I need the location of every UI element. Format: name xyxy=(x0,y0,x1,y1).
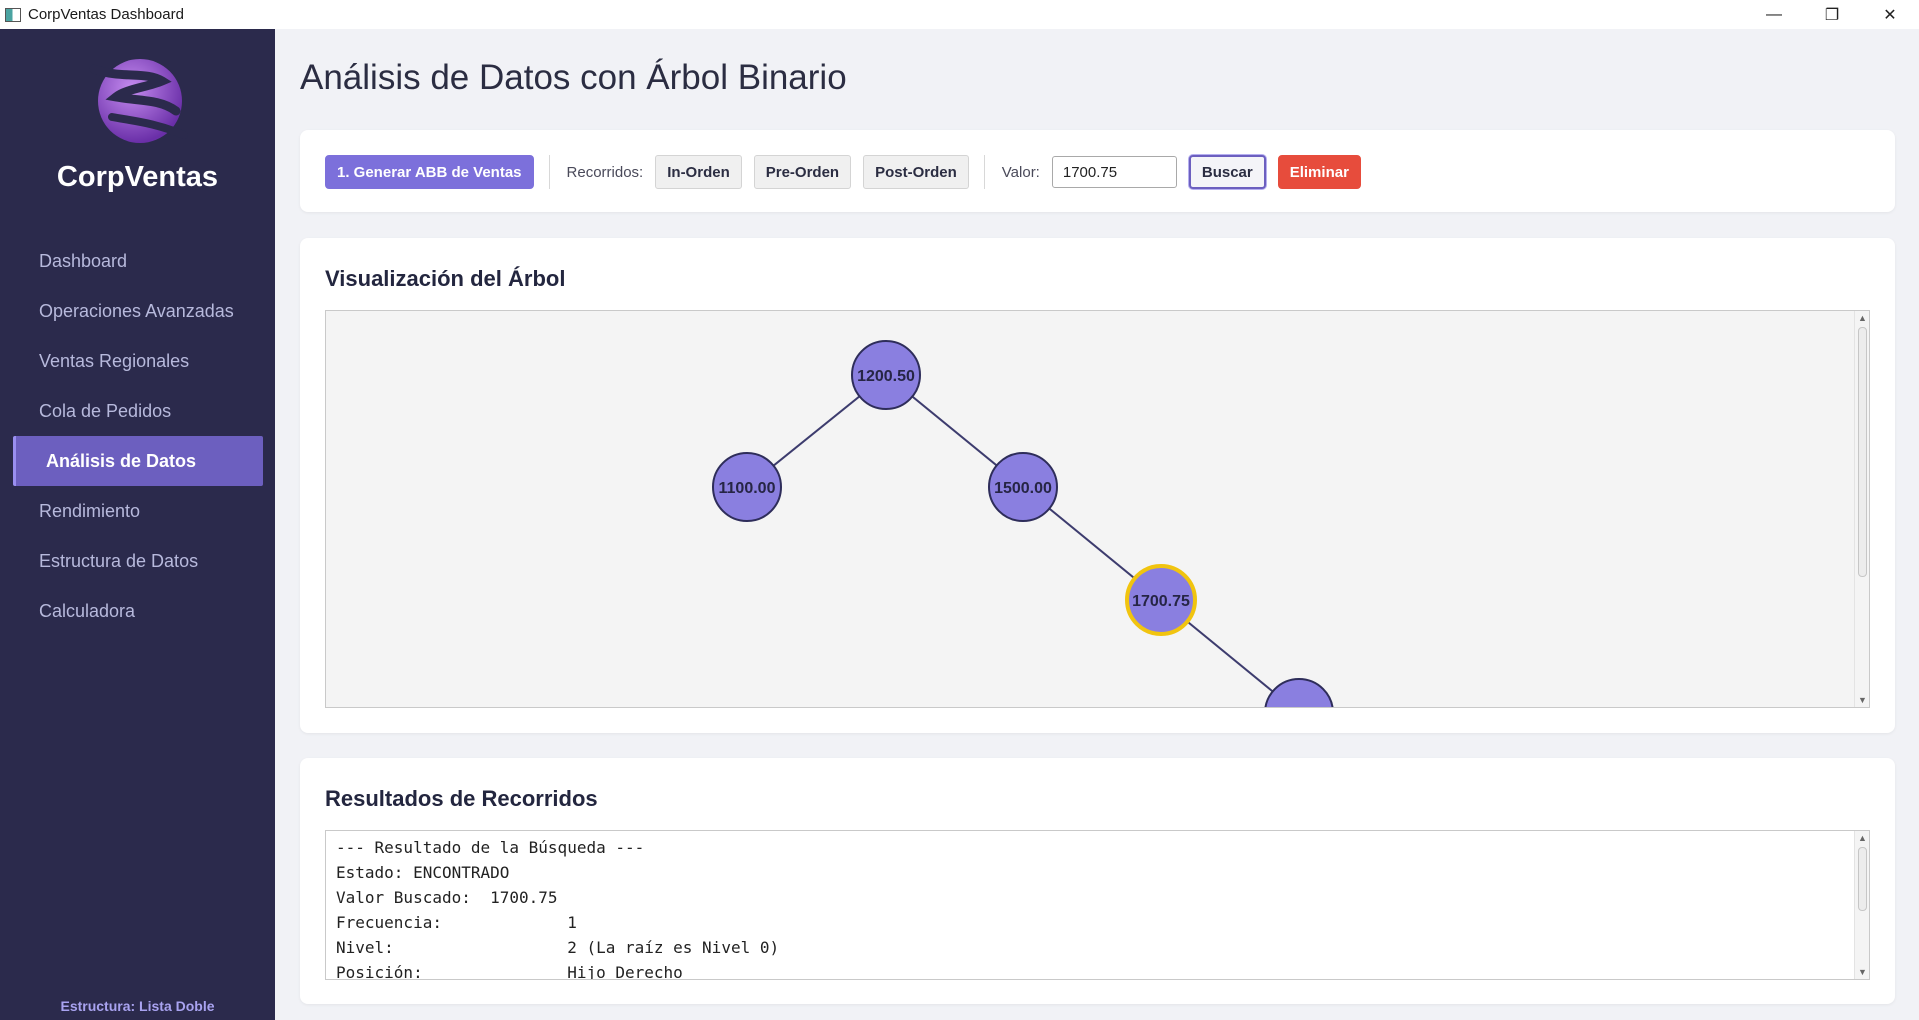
search-button[interactable]: Buscar xyxy=(1188,155,1266,189)
result-line: Valor Buscado: 1700.75 xyxy=(336,888,558,907)
toolbar-card: 1. Generar ABB de Ventas Recorridos: In-… xyxy=(300,130,1895,212)
tree-card: Visualización del Árbol 1200.50 1100.00 15… xyxy=(300,238,1895,733)
results-title: Resultados de Recorridos xyxy=(325,786,598,811)
sidebar-item-dashboard[interactable]: Dashboard xyxy=(0,236,275,286)
sidebar: CorpVentas Dashboard Operaciones Avanzad… xyxy=(0,29,275,1020)
tree-node[interactable]: 1500.00 xyxy=(988,452,1058,522)
sidebar-item-cola-de-pedidos[interactable]: Cola de Pedidos xyxy=(0,386,275,436)
window-title: CorpVentas Dashboard xyxy=(28,6,184,23)
sidebar-nav: Dashboard Operaciones Avanzadas Ventas R… xyxy=(0,236,275,636)
brand-logo-icon xyxy=(89,59,188,143)
sidebar-item-rendimiento[interactable]: Rendimiento xyxy=(0,486,275,536)
tree-title: Visualización del Árbol xyxy=(325,266,566,291)
tree-node-label: 1900.00 xyxy=(1270,706,1328,708)
sidebar-item-calculadora[interactable]: Calculadora xyxy=(0,586,275,636)
result-line: Nivel: 2 (La raíz es Nivel 0) xyxy=(336,938,780,957)
tree-node-label: 1200.50 xyxy=(857,368,915,385)
window-titlebar: CorpVentas Dashboard — ❐ ✕ xyxy=(0,0,1919,29)
tree-node-label: 1700.75 xyxy=(1132,593,1190,610)
preorder-button[interactable]: Pre-Orden xyxy=(753,155,852,189)
generate-bst-button[interactable]: 1. Generar ABB de Ventas xyxy=(325,155,534,189)
tree-diagram: 1200.50 1100.00 1500.00 1700.75 1900.00 xyxy=(712,340,1334,708)
tree-node[interactable]: 1700.75 xyxy=(1125,564,1197,636)
sidebar-item-estructura-de-datos[interactable]: Estructura de Datos xyxy=(0,536,275,586)
app-icon xyxy=(5,7,21,22)
results-output: --- Resultado de la Búsqueda --- Estado: … xyxy=(336,835,780,980)
result-line: Posición: Hijo Derecho xyxy=(336,963,683,980)
results-card: Resultados de Recorridos --- Resultado d… xyxy=(300,758,1895,1004)
value-input[interactable] xyxy=(1051,156,1177,188)
tree-node[interactable]: 1900.00 xyxy=(1264,678,1334,708)
sidebar-item-analisis-de-datos[interactable]: Análisis de Datos xyxy=(13,436,263,486)
delete-button[interactable]: Eliminar xyxy=(1277,155,1361,189)
tree-scrollbar[interactable]: ▲ ▼ xyxy=(1854,311,1869,707)
structure-status: Estructura: Lista Doble xyxy=(60,998,215,1014)
value-label: Valor: xyxy=(1001,163,1040,181)
brand-name: CorpVentas xyxy=(56,161,219,193)
result-line: Estado: ENCONTRADO xyxy=(336,863,510,882)
tree-node-label: 1500.00 xyxy=(994,480,1052,497)
tree-node[interactable]: 1200.50 xyxy=(851,340,921,410)
toolbar-divider xyxy=(983,155,985,189)
tree-node-circle xyxy=(1264,678,1334,707)
results-scrollbar[interactable]: ▲ ▼ xyxy=(1854,831,1869,979)
tree-canvas[interactable]: 1200.50 1100.00 1500.00 1700.75 1900.00 ▲ ▼ xyxy=(325,310,1870,708)
sidebar-item-ventas-regionales[interactable]: Ventas Regionales xyxy=(0,336,275,386)
window-controls: — ❐ ✕ xyxy=(1745,0,1919,29)
scroll-down-icon[interactable]: ▼ xyxy=(1855,693,1869,707)
minimize-icon[interactable]: — xyxy=(1745,0,1803,29)
postorder-button[interactable]: Post-Orden xyxy=(863,155,969,189)
scroll-up-icon[interactable]: ▲ xyxy=(1855,311,1869,325)
scroll-down-icon[interactable]: ▼ xyxy=(1855,965,1869,979)
result-line: Frecuencia: 1 xyxy=(336,913,577,932)
toolbar: 1. Generar ABB de Ventas Recorridos: In-… xyxy=(325,154,1361,190)
tree-node-label: 1100.00 xyxy=(719,480,776,497)
sidebar-item-operaciones-avanzadas[interactable]: Operaciones Avanzadas xyxy=(0,286,275,336)
toolbar-divider xyxy=(548,155,550,189)
result-line: --- Resultado de la Búsqueda --- xyxy=(336,838,645,857)
inorder-button[interactable]: In-Orden xyxy=(655,155,742,189)
restore-icon[interactable]: ❐ xyxy=(1803,0,1861,29)
tree-node[interactable]: 1100.00 xyxy=(712,452,782,522)
page-title: Análisis de Datos con Árbol Binario xyxy=(300,58,847,97)
scrollbar-thumb[interactable] xyxy=(1858,847,1867,911)
scrollbar-thumb[interactable] xyxy=(1858,327,1867,577)
results-textarea[interactable]: --- Resultado de la Búsqueda --- Estado: … xyxy=(325,830,1870,980)
close-icon[interactable]: ✕ xyxy=(1861,0,1919,29)
traversals-label: Recorridos: xyxy=(566,163,644,181)
scroll-up-icon[interactable]: ▲ xyxy=(1855,831,1869,845)
